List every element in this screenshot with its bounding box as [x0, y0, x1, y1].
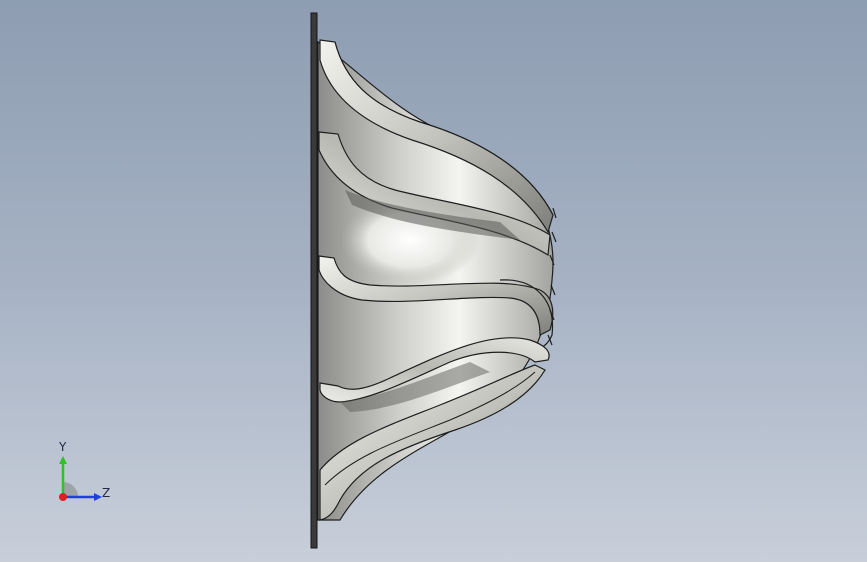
- back-plate: [310, 12, 318, 549]
- impeller-model[interactable]: [0, 0, 867, 562]
- y-axis-label: Y: [59, 440, 67, 454]
- coordinate-triad: Y Z: [50, 440, 120, 510]
- z-axis-label: Z: [102, 486, 111, 500]
- graphics-viewport[interactable]: Y Z: [0, 0, 867, 562]
- x-axis-dot: [59, 493, 67, 501]
